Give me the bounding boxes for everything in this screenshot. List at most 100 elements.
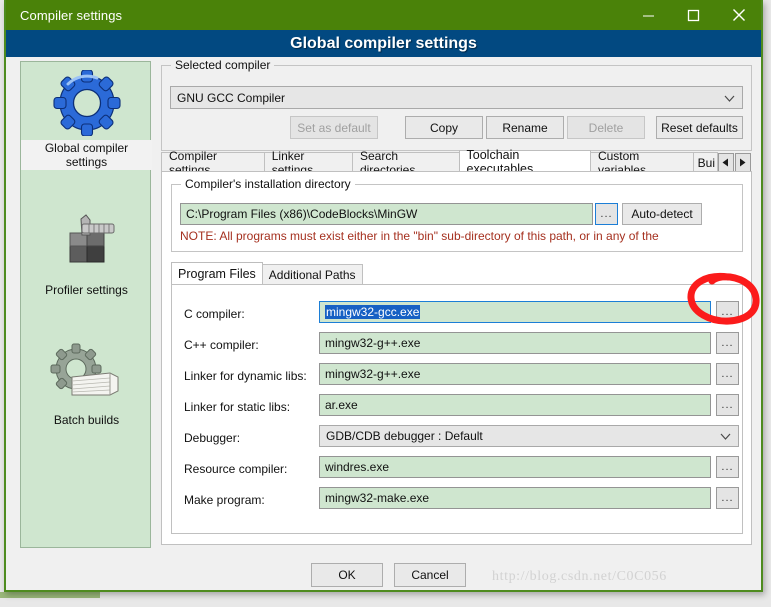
triangle-right-icon <box>739 154 746 172</box>
title-bar: Compiler settings <box>6 0 761 30</box>
caliper-icon <box>21 207 152 281</box>
triangle-left-icon <box>722 154 729 172</box>
tab-linker-settings[interactable]: Linker settings <box>263 149 353 177</box>
cancel-label: Cancel <box>411 568 449 582</box>
debugger-value: GDB/CDB debugger : Default <box>326 429 483 443</box>
reset-defaults-button[interactable]: Reset defaults <box>656 116 743 139</box>
c-compiler-browse-button[interactable]: ... <box>716 301 739 323</box>
auto-detect-label: Auto-detect <box>631 207 693 221</box>
ellipsis-icon: ... <box>721 306 734 318</box>
inner-tabstrip: Program Files Additional Paths <box>171 262 363 284</box>
static-linker-input[interactable]: ar.exe <box>319 394 711 416</box>
tab-label: Program Files <box>178 266 256 281</box>
delete-button[interactable]: Delete <box>567 116 645 139</box>
static-linker-browse-button[interactable]: ... <box>716 394 739 416</box>
tab-build-options[interactable]: Bui <box>692 152 718 172</box>
compiler-select[interactable]: GNU GCC Compiler <box>170 86 743 109</box>
tab-search-directories[interactable]: Search directories <box>351 149 460 177</box>
copy-button[interactable]: Copy <box>405 116 483 139</box>
reset-defaults-label: Reset defaults <box>661 120 738 135</box>
close-icon[interactable] <box>716 0 761 30</box>
sidebar-item-global-compiler-settings[interactable]: Global compiler settings <box>21 66 152 171</box>
make-program-browse-button[interactable]: ... <box>716 487 739 509</box>
install-directory-value: C:\Program Files (x86)\CodeBlocks\MinGW <box>186 207 418 221</box>
tab-custom-variables[interactable]: Custom variables <box>589 149 694 177</box>
sidebar-item-label: Batch builds <box>53 413 120 427</box>
tabs-scroll-right-button[interactable] <box>734 153 751 172</box>
debugger-label: Debugger: <box>184 431 241 445</box>
dynamic-linker-label: Linker for dynamic libs: <box>184 369 307 383</box>
main-tabstrip: Compiler settings Linker settings Search… <box>161 148 751 177</box>
ellipsis-icon: ... <box>721 461 734 473</box>
dynamic-linker-browse-button[interactable]: ... <box>716 363 739 385</box>
minimize-icon[interactable] <box>626 0 671 30</box>
sidebar-item-profiler-settings[interactable]: Profiler settings <box>21 207 152 299</box>
window-title: Compiler settings <box>20 7 123 23</box>
install-directory-group: Compiler's installation directory C:\Pro… <box>171 177 743 252</box>
delete-label: Delete <box>588 120 624 135</box>
copy-label: Copy <box>429 120 458 135</box>
resource-compiler-browse-button[interactable]: ... <box>716 456 739 478</box>
install-directory-input[interactable]: C:\Program Files (x86)\CodeBlocks\MinGW <box>180 203 593 225</box>
desktop-background: Compiler settings Global compiler settin… <box>0 0 771 607</box>
compiler-settings-window: Compiler settings Global compiler settin… <box>4 0 763 592</box>
resource-compiler-value: windres.exe <box>325 460 390 474</box>
tab-program-files[interactable]: Program Files <box>171 262 263 284</box>
resource-compiler-input[interactable]: windres.exe <box>319 456 711 478</box>
page-title: Global compiler settings <box>290 34 477 52</box>
tab-compiler-settings[interactable]: Compiler settings <box>161 149 265 177</box>
ellipsis-icon: ... <box>721 492 734 504</box>
compiler-select-value: GNU GCC Compiler <box>177 90 286 105</box>
cpp-compiler-browse-button[interactable]: ... <box>716 332 739 354</box>
tab-label: Bui <box>697 155 716 170</box>
dynamic-linker-input[interactable]: mingw32-g++.exe <box>319 363 711 385</box>
ellipsis-icon: ... <box>721 399 734 411</box>
ok-label: OK <box>338 568 356 582</box>
make-program-label: Make program: <box>184 493 265 507</box>
toolchain-executables-page: Compiler's installation directory C:\Pro… <box>161 171 752 545</box>
ellipsis-icon: ... <box>600 208 613 220</box>
tab-label: Additional Paths <box>268 267 356 282</box>
settings-pane: Selected compiler GNU GCC Compiler Set a… <box>161 57 752 590</box>
install-directory-group-label: Compiler's installation directory <box>181 177 355 191</box>
c-compiler-label: C compiler: <box>184 307 245 321</box>
program-files-page: C compiler: mingw32-gcc.exe ... C++ comp… <box>171 284 743 534</box>
static-linker-value: ar.exe <box>325 398 358 412</box>
ellipsis-icon: ... <box>721 337 734 349</box>
chevron-down-icon <box>724 91 735 105</box>
set-as-default-label: Set as default <box>297 120 371 135</box>
make-program-value: mingw32-make.exe <box>325 491 430 505</box>
sidebar-item-label: Profiler settings <box>45 283 128 297</box>
rename-button[interactable]: Rename <box>486 116 564 139</box>
page-header-band: Global compiler settings <box>6 30 761 57</box>
tab-additional-paths[interactable]: Additional Paths <box>261 264 363 284</box>
make-program-input[interactable]: mingw32-make.exe <box>319 487 711 509</box>
maximize-icon[interactable] <box>671 0 716 30</box>
auto-detect-button[interactable]: Auto-detect <box>622 203 702 225</box>
install-directory-note: NOTE: All programs must exist either in … <box>180 229 659 243</box>
tab-toolchain-executables[interactable]: Toolchain executables <box>458 148 591 176</box>
tabs-scroll-left-button[interactable] <box>717 153 734 172</box>
watermark-text: http://blog.csdn.net/C0C056 <box>492 569 667 584</box>
ok-button[interactable]: OK <box>311 563 383 587</box>
taskbar-edge <box>0 592 100 598</box>
cancel-button[interactable]: Cancel <box>394 563 466 587</box>
cpp-compiler-input[interactable]: mingw32-g++.exe <box>319 332 711 354</box>
install-directory-browse-button[interactable]: ... <box>595 203 618 225</box>
c-compiler-input[interactable]: mingw32-gcc.exe <box>319 301 711 323</box>
debugger-select[interactable]: GDB/CDB debugger : Default <box>319 425 739 447</box>
cpp-compiler-label: C++ compiler: <box>184 338 259 352</box>
settings-sidebar: Global compiler settings Profiler settin… <box>20 61 152 548</box>
gear-stack-icon <box>21 337 152 411</box>
resource-compiler-label: Resource compiler: <box>184 462 288 476</box>
cpp-compiler-value: mingw32-g++.exe <box>325 336 421 350</box>
ellipsis-icon: ... <box>721 368 734 380</box>
c-compiler-value: mingw32-gcc.exe <box>325 305 421 319</box>
static-linker-label: Linker for static libs: <box>184 400 291 414</box>
sidebar-item-label: Global compiler settings <box>21 140 152 170</box>
sidebar-item-batch-builds[interactable]: Batch builds <box>21 337 152 429</box>
gear-icon <box>21 66 152 140</box>
selected-compiler-group-label: Selected compiler <box>171 58 275 72</box>
selected-compiler-group: Selected compiler GNU GCC Compiler Set a… <box>161 58 752 151</box>
set-as-default-button[interactable]: Set as default <box>290 116 378 139</box>
